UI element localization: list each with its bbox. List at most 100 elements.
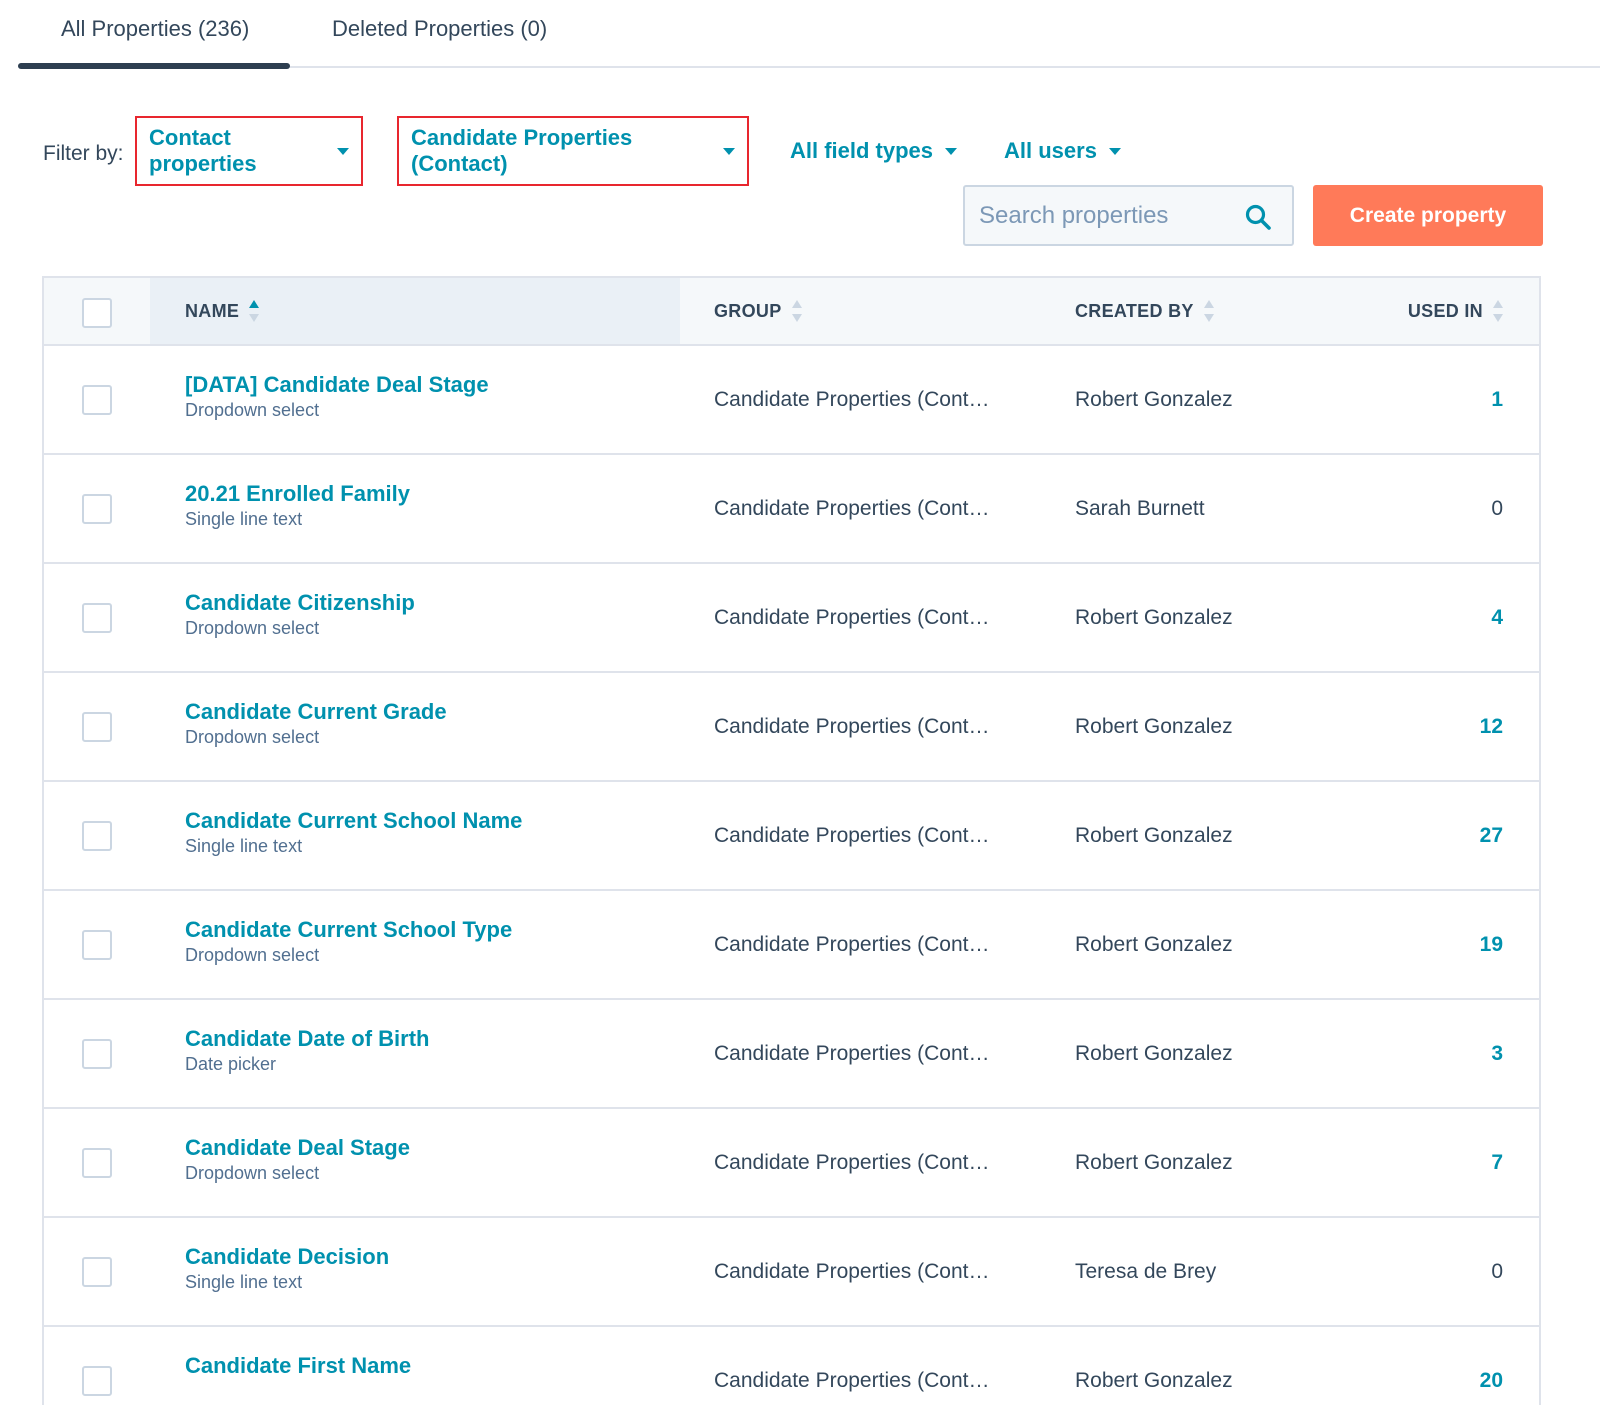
property-created-by: Robert Gonzalez bbox=[1075, 1042, 1233, 1065]
table-row: [DATA] Candidate Deal Stage Dropdown sel… bbox=[44, 346, 1539, 455]
search-box bbox=[963, 185, 1294, 246]
filter-label: Filter by: bbox=[43, 142, 124, 165]
field-type-filter-dropdown[interactable]: All field types bbox=[778, 116, 969, 186]
property-group: Candidate Properties (Cont… bbox=[714, 497, 990, 520]
users-filter-label: All users bbox=[1004, 138, 1097, 163]
column-header-group-label: GROUP bbox=[714, 300, 782, 321]
property-group: Candidate Properties (Cont… bbox=[714, 1042, 990, 1065]
row-checkbox[interactable] bbox=[82, 603, 112, 633]
property-used-in: 0 bbox=[1491, 497, 1503, 520]
users-filter-dropdown[interactable]: All users bbox=[992, 116, 1133, 186]
table-header: NAME GROUP CREATED BY USED IN bbox=[44, 278, 1539, 346]
table-row: Candidate First Name Candidate Propertie… bbox=[44, 1327, 1539, 1405]
property-created-by: Robert Gonzalez bbox=[1075, 1369, 1233, 1392]
property-used-in: 0 bbox=[1491, 1260, 1503, 1283]
group-filter-dropdown[interactable]: Candidate Properties (Contact) bbox=[397, 116, 749, 186]
property-field-type: Dropdown select bbox=[185, 400, 320, 420]
column-header-created-by[interactable]: CREATED BY bbox=[1075, 300, 1214, 322]
property-group: Candidate Properties (Cont… bbox=[714, 1260, 990, 1283]
table-row: Candidate Current Grade Dropdown select … bbox=[44, 673, 1539, 782]
property-used-in-link[interactable]: 20 bbox=[1480, 1369, 1503, 1393]
property-group: Candidate Properties (Cont… bbox=[714, 824, 990, 847]
property-created-by: Robert Gonzalez bbox=[1075, 388, 1233, 411]
property-group: Candidate Properties (Cont… bbox=[714, 606, 990, 629]
table-row: 20.21 Enrolled Family Single line text C… bbox=[44, 455, 1539, 564]
property-used-in-link[interactable]: 12 bbox=[1480, 715, 1503, 739]
row-checkbox[interactable] bbox=[82, 385, 112, 415]
object-filter-dropdown[interactable]: Contact properties bbox=[135, 116, 363, 186]
select-all-checkbox[interactable] bbox=[82, 298, 112, 328]
row-checkbox[interactable] bbox=[82, 1366, 112, 1396]
column-header-used-in[interactable]: USED IN bbox=[1408, 300, 1503, 322]
property-name-link[interactable]: Candidate Current Grade bbox=[185, 699, 447, 725]
table-row: Candidate Current School Name Single lin… bbox=[44, 782, 1539, 891]
property-name-link[interactable]: Candidate Date of Birth bbox=[185, 1026, 429, 1052]
row-checkbox[interactable] bbox=[82, 821, 112, 851]
sort-icon bbox=[1493, 300, 1503, 322]
property-group: Candidate Properties (Cont… bbox=[714, 388, 990, 411]
property-used-in-link[interactable]: 3 bbox=[1491, 1042, 1503, 1066]
row-checkbox[interactable] bbox=[82, 930, 112, 960]
property-used-in-link[interactable]: 1 bbox=[1491, 388, 1503, 412]
create-property-button[interactable]: Create property bbox=[1313, 185, 1543, 246]
sort-ascending-icon bbox=[249, 300, 260, 322]
property-field-type: Dropdown select bbox=[185, 945, 320, 965]
row-checkbox[interactable] bbox=[82, 1039, 112, 1069]
group-filter-label: Candidate Properties (Contact) bbox=[411, 125, 633, 176]
sort-icon bbox=[791, 300, 802, 322]
property-group: Candidate Properties (Cont… bbox=[714, 933, 990, 956]
property-field-type: Single line text bbox=[185, 1272, 303, 1292]
sort-icon bbox=[1203, 300, 1214, 322]
column-header-group[interactable]: GROUP bbox=[714, 300, 802, 322]
active-tab-indicator bbox=[18, 63, 290, 69]
property-group: Candidate Properties (Cont… bbox=[714, 1151, 990, 1174]
tab-deleted-properties[interactable]: Deleted Properties (0) bbox=[332, 16, 547, 42]
caret-down-icon bbox=[337, 147, 349, 155]
column-header-used-in-label: USED IN bbox=[1407, 300, 1483, 321]
property-field-type: Dropdown select bbox=[185, 1163, 320, 1183]
property-created-by: Teresa de Brey bbox=[1075, 1260, 1217, 1283]
property-field-type: Date picker bbox=[185, 1054, 277, 1074]
property-created-by: Robert Gonzalez bbox=[1075, 824, 1233, 847]
table-row: Candidate Deal Stage Dropdown select Can… bbox=[44, 1109, 1539, 1218]
property-created-by: Robert Gonzalez bbox=[1075, 1151, 1233, 1174]
property-created-by: Robert Gonzalez bbox=[1075, 606, 1233, 629]
table-row: Candidate Decision Single line text Cand… bbox=[44, 1218, 1539, 1327]
caret-down-icon bbox=[723, 147, 735, 155]
row-checkbox[interactable] bbox=[82, 712, 112, 742]
search-icon[interactable] bbox=[1244, 203, 1272, 231]
column-header-name-label: NAME bbox=[185, 300, 240, 321]
row-checkbox[interactable] bbox=[82, 1148, 112, 1178]
property-used-in-link[interactable]: 7 bbox=[1491, 1151, 1503, 1175]
property-name-link[interactable]: [DATA] Candidate Deal Stage bbox=[185, 372, 489, 398]
table-row: Candidate Date of Birth Date picker Cand… bbox=[44, 1000, 1539, 1109]
table-row: Candidate Current School Type Dropdown s… bbox=[44, 891, 1539, 1000]
property-name-link[interactable]: Candidate Current School Type bbox=[185, 917, 512, 943]
row-checkbox[interactable] bbox=[82, 1257, 112, 1287]
caret-down-icon bbox=[1108, 147, 1121, 155]
property-field-type: Single line text bbox=[185, 836, 303, 856]
property-used-in-link[interactable]: 19 bbox=[1480, 933, 1503, 957]
property-used-in-link[interactable]: 4 bbox=[1491, 606, 1503, 630]
property-created-by: Robert Gonzalez bbox=[1075, 715, 1233, 738]
column-header-created-by-label: CREATED BY bbox=[1075, 300, 1194, 321]
property-field-type: Dropdown select bbox=[185, 618, 320, 638]
property-name-link[interactable]: Candidate First Name bbox=[185, 1353, 411, 1379]
property-group: Candidate Properties (Cont… bbox=[714, 1369, 990, 1392]
property-created-by: Sarah Burnett bbox=[1075, 497, 1205, 520]
row-checkbox[interactable] bbox=[82, 494, 112, 524]
field-type-filter-label: All field types bbox=[790, 138, 934, 163]
property-field-type: Single line text bbox=[185, 509, 303, 529]
tab-all-properties[interactable]: All Properties (236) bbox=[61, 16, 249, 42]
property-created-by: Robert Gonzalez bbox=[1075, 933, 1233, 956]
object-filter-label: Contact properties bbox=[149, 125, 257, 176]
property-name-link[interactable]: Candidate Current School Name bbox=[185, 808, 522, 834]
column-header-name[interactable]: NAME bbox=[185, 300, 260, 322]
property-used-in-link[interactable]: 27 bbox=[1480, 824, 1503, 848]
property-name-link[interactable]: 20.21 Enrolled Family bbox=[185, 481, 410, 507]
property-group: Candidate Properties (Cont… bbox=[714, 715, 990, 738]
search-input[interactable] bbox=[979, 197, 1239, 235]
property-name-link[interactable]: Candidate Deal Stage bbox=[185, 1135, 410, 1161]
property-name-link[interactable]: Candidate Citizenship bbox=[185, 590, 415, 616]
property-name-link[interactable]: Candidate Decision bbox=[185, 1244, 389, 1270]
